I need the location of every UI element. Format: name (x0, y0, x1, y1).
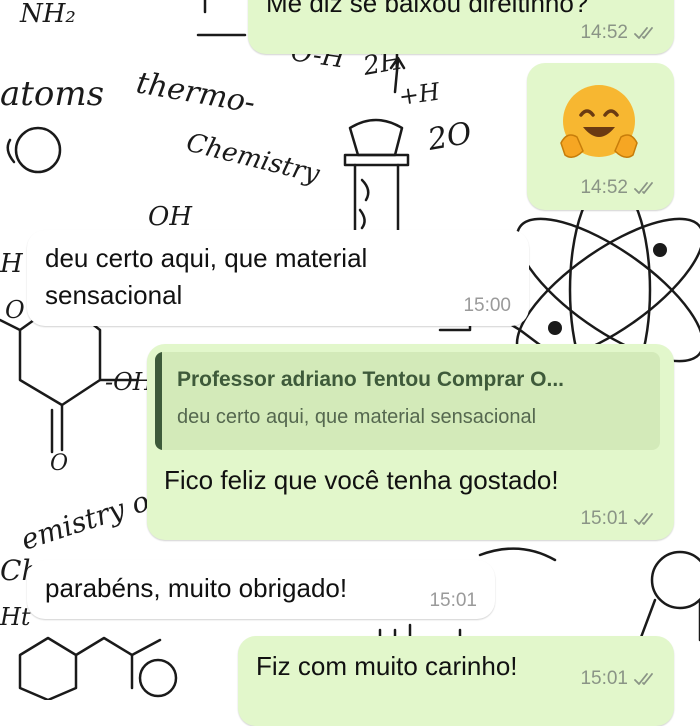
outgoing-message[interactable]: Fiz com muito carinho! 15:01 (238, 636, 674, 726)
quoted-message[interactable]: Professor adriano Tentou Comprar O... de… (155, 352, 660, 450)
svg-text:NH₂: NH₂ (19, 0, 76, 29)
svg-text:Ht: Ht (0, 603, 31, 631)
svg-text:emistry of: emistry of (17, 480, 168, 557)
message-meta: 15:01 (429, 590, 477, 612)
double-check-icon (634, 513, 653, 525)
message-time: 15:01 (580, 508, 628, 529)
hugging-face-icon (560, 85, 638, 158)
outgoing-message[interactable]: Me diz se baixou direitinho? 14:52 (248, 0, 674, 54)
svg-text:H: H (0, 249, 24, 279)
message-time: 15:01 (429, 590, 477, 611)
svg-text:Chemistry: Chemistry (183, 128, 322, 190)
svg-text:2O: 2O (424, 116, 474, 158)
svg-text:atoms: atoms (0, 74, 104, 114)
message-time: 15:00 (463, 295, 511, 316)
outgoing-reply-message[interactable]: Professor adriano Tentou Comprar O... de… (147, 344, 674, 540)
message-text: Me diz se baixou direitinho? (266, 0, 589, 18)
message-text-line-2: sensacional (45, 280, 183, 310)
message-meta: 14:52 (580, 177, 658, 199)
message-time: 14:52 (580, 177, 628, 198)
svg-text:thermo-: thermo- (134, 65, 258, 120)
svg-text:+H: +H (397, 77, 443, 111)
double-check-icon (634, 27, 653, 39)
message-meta: 15:00 (463, 295, 511, 317)
svg-text:O: O (50, 451, 68, 476)
incoming-message[interactable]: deu certo aqui, que material sensacional… (27, 230, 529, 326)
outgoing-emoji-message[interactable]: 14:52 (527, 63, 674, 210)
message-meta: 14:52 (580, 22, 658, 44)
message-text-line-1: deu certo aqui, que material (45, 243, 368, 273)
incoming-message[interactable]: parabéns, muito obrigado! 15:01 (27, 560, 495, 619)
quote-accent-bar (155, 352, 162, 450)
quote-author: Professor adriano Tentou Comprar O... (177, 368, 565, 391)
message-time: 14:52 (580, 22, 628, 43)
double-check-icon (634, 673, 653, 685)
svg-text:OH: OH (148, 202, 193, 232)
message-text: parabéns, muito obrigado! (45, 573, 348, 603)
message-text: Fiz com muito carinho! (256, 651, 518, 681)
message-time: 15:01 (580, 668, 628, 689)
message-text: Fico feliz que você tenha gostado! (164, 465, 559, 495)
message-meta: 15:01 (580, 508, 658, 530)
quote-text: deu certo aqui, que material sensacional (177, 406, 537, 428)
svg-text:O: O (5, 296, 25, 324)
double-check-icon (634, 182, 653, 194)
message-meta: 15:01 (580, 668, 658, 690)
